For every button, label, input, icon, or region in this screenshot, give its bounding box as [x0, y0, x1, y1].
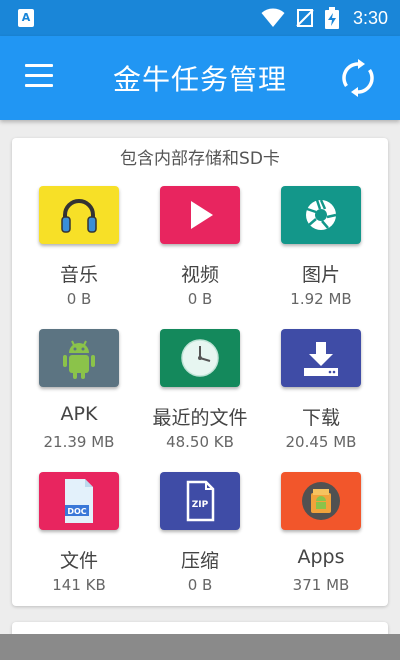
category-size: 20.45 MB — [285, 433, 357, 451]
bottom-bar — [0, 634, 400, 660]
category-label: 视频 — [180, 264, 219, 286]
category-label: 压缩 — [180, 550, 219, 572]
category-documents[interactable]: DOC 文件 141 KB — [18, 472, 140, 612]
category-size: 21.39 MB — [43, 433, 115, 451]
category-apps[interactable]: Apps 371 MB — [260, 472, 382, 612]
category-label: 最近的文件 — [152, 407, 248, 429]
category-label: APK — [60, 403, 98, 425]
svg-text:ZIP: ZIP — [192, 500, 209, 510]
category-label: Apps — [297, 546, 345, 568]
camera-aperture-icon — [281, 186, 361, 244]
category-size: 0 B — [66, 290, 92, 308]
category-label: 音乐 — [59, 264, 98, 286]
category-label: 下载 — [301, 407, 340, 429]
play-icon — [160, 186, 240, 244]
android-icon — [39, 329, 119, 387]
storage-card: 包含内部存储和SD卡 音乐 0 B 视频 0 B 图片 1.92 MB APK … — [12, 138, 388, 606]
category-music[interactable]: 音乐 0 B — [18, 186, 140, 326]
category-compressed[interactable]: ZIP 压缩 0 B — [139, 472, 261, 612]
category-size: 141 KB — [52, 576, 106, 594]
category-video[interactable]: 视频 0 B — [139, 186, 261, 326]
clock-icon — [160, 329, 240, 387]
status-bar: A 3:30 — [0, 0, 400, 36]
category-downloads[interactable]: 下载 20.45 MB — [260, 329, 382, 469]
category-size: 1.92 MB — [290, 290, 352, 308]
category-recent-files[interactable]: 最近的文件 48.50 KB — [139, 329, 261, 469]
download-icon — [281, 329, 361, 387]
zip-file-icon: ZIP — [160, 472, 240, 530]
category-size: 0 B — [187, 290, 213, 308]
status-time: 3:30 — [352, 7, 388, 28]
refresh-icon[interactable] — [338, 58, 378, 98]
category-label: 图片 — [301, 264, 340, 286]
category-size: 0 B — [187, 576, 213, 594]
card-title: 包含内部存储和SD卡 — [120, 149, 280, 169]
notification-icon: A — [18, 9, 34, 27]
doc-file-icon: DOC — [39, 472, 119, 530]
svg-text:DOC: DOC — [67, 507, 86, 516]
category-size: 371 MB — [292, 576, 350, 594]
battery-charging-icon — [324, 7, 339, 29]
category-apk[interactable]: APK 21.39 MB — [18, 329, 140, 469]
apps-package-icon — [281, 472, 361, 530]
headphones-icon — [39, 186, 119, 244]
category-pictures[interactable]: 图片 1.92 MB — [260, 186, 382, 326]
no-signal-icon — [296, 9, 314, 27]
category-label: 文件 — [59, 550, 98, 572]
category-size: 48.50 KB — [166, 433, 234, 451]
wifi-icon — [261, 8, 285, 27]
app-bar: 金牛任务管理 — [0, 36, 400, 120]
status-icons: 3:30 — [261, 6, 388, 30]
